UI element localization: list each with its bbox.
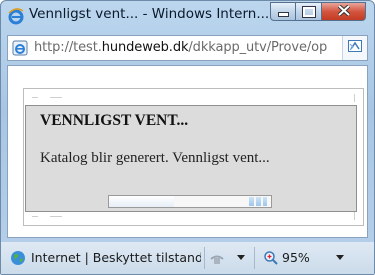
dialog-heading: VENNLIGST VENT...	[40, 112, 189, 129]
close-button[interactable]	[322, 2, 366, 21]
protected-mode-icon[interactable]	[209, 250, 229, 266]
window-title: Vennligst vent... - Windows Intern...	[29, 6, 270, 22]
frame-corner-mark	[354, 94, 355, 102]
ie-page-icon	[12, 40, 28, 56]
frame-corner-mark	[354, 212, 355, 220]
frame-corner-mark	[32, 97, 38, 98]
progress-segment	[256, 197, 261, 206]
maximize-icon	[301, 5, 316, 18]
status-divider	[254, 247, 255, 269]
maximize-button[interactable]	[296, 2, 322, 21]
wait-dialog: VENNLIGST VENT... Katalog blir generert.…	[25, 105, 357, 212]
frame-corner-mark	[50, 97, 62, 98]
address-bar[interactable]: http://test.hundeweb.dk/dkkapp_utv/Prove…	[7, 35, 368, 61]
status-divider	[204, 247, 205, 269]
security-zone-text[interactable]: Internet | Beskyttet tilstand	[31, 250, 201, 265]
minimize-button[interactable]	[270, 2, 296, 21]
progress-segment	[249, 197, 254, 206]
title-bar[interactable]: Vennligst vent... - Windows Intern...	[1, 1, 374, 31]
progress-segment	[263, 197, 267, 206]
url-domain: hundeweb.dk	[101, 40, 189, 55]
frame-corner-mark	[50, 216, 62, 217]
protected-mode-dropdown-icon[interactable]	[237, 255, 245, 260]
progress-fill	[109, 196, 174, 207]
zoom-level[interactable]: 95%	[282, 250, 310, 265]
close-icon	[337, 3, 350, 21]
progress-bar	[108, 195, 272, 208]
window-controls	[270, 2, 366, 22]
url-text[interactable]: http://test.hundeweb.dk/dkkapp_utv/Prove…	[34, 40, 327, 55]
compatibility-view-button[interactable]	[342, 36, 367, 60]
frame-corner-mark	[32, 216, 38, 217]
dialog-message: Katalog blir generert. Vennligst vent...	[40, 150, 270, 166]
browser-window: Vennligst vent... - Windows Intern... ht…	[0, 0, 375, 275]
minimize-icon	[277, 12, 289, 17]
url-prefix: http://test.	[34, 40, 102, 55]
compatibility-view-icon	[347, 38, 363, 59]
url-path: /dkkapp_utv/Prove/op	[188, 40, 328, 55]
zoom-dropdown-icon[interactable]	[336, 255, 344, 260]
globe-icon	[10, 250, 26, 266]
zoom-icon[interactable]	[263, 250, 279, 266]
status-bar: Internet | Beskyttet tilstand 95%	[1, 242, 374, 274]
ie-logo-icon	[7, 7, 25, 25]
